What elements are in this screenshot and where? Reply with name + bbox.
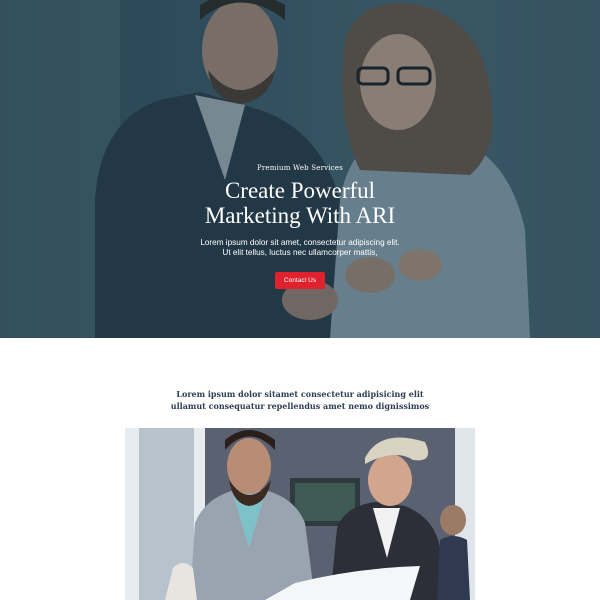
team-photo-image bbox=[125, 428, 475, 600]
intro-section: Lorem ipsum dolor sitamet consectetur ad… bbox=[0, 388, 600, 412]
hero-description: Lorem ipsum dolor sit amet, consectetur … bbox=[200, 238, 400, 258]
hero-content: Premium Web Services Create Powerful Mar… bbox=[0, 164, 600, 289]
team-photo bbox=[125, 428, 475, 600]
hero-description-line-2: elit tellus, luctus nec ullamcorper matt… bbox=[232, 248, 378, 257]
contact-us-button[interactable]: Contact Us bbox=[275, 272, 325, 289]
hero-title: Create Powerful Marketing With ARI bbox=[0, 178, 600, 228]
hero-title-line-2: Marketing With ARI bbox=[204, 203, 396, 228]
hero-kicker: Premium Web Services bbox=[256, 164, 344, 172]
intro-line-1: Lorem ipsum dolor sitamet consectetur ad… bbox=[176, 389, 424, 399]
hero-title-line-1: Create Powerful bbox=[224, 178, 376, 203]
intro-line-2: ullamut consequatur repellendus amet nem… bbox=[170, 401, 430, 411]
hero-section: Premium Web Services Create Powerful Mar… bbox=[0, 0, 600, 338]
